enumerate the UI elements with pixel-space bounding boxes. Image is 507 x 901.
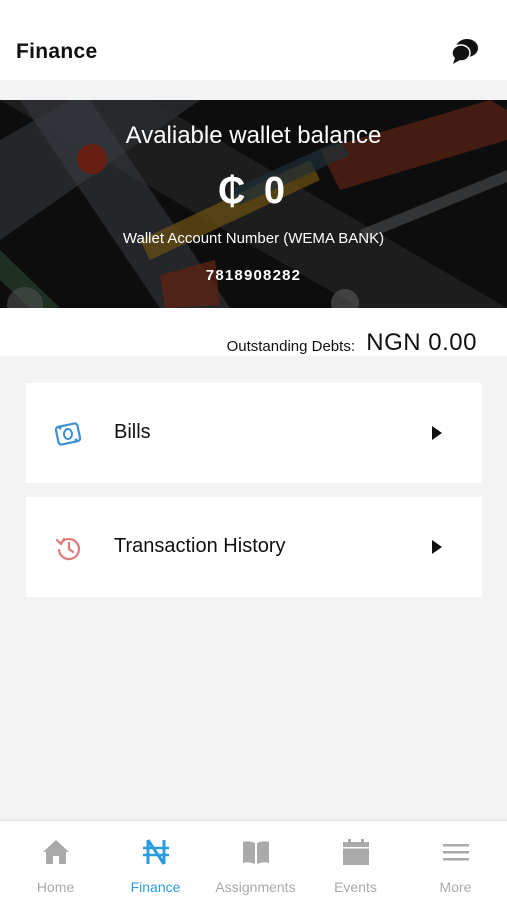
tab-home-label: Home — [36, 879, 75, 895]
calendar-icon — [343, 839, 369, 865]
app-header: Finance — [0, 0, 507, 80]
tab-more-label: More — [439, 879, 472, 895]
debts-value: NGN 0.00 — [366, 329, 477, 356]
balance-label: Avaliable wallet balance — [125, 122, 382, 149]
book-icon — [243, 841, 269, 864]
menu-icon — [443, 844, 469, 861]
transaction-history-label: Transaction History — [114, 535, 286, 557]
history-icon — [55, 537, 81, 561]
wallet-banner: Avaliable wallet balance ₵ 0 Wallet Acco… — [0, 100, 507, 308]
tab-events-label: Events — [334, 879, 377, 895]
chevron-right-icon — [432, 540, 442, 554]
tab-assignments-label: Assignments — [215, 879, 296, 895]
tab-finance-label: Finance — [130, 879, 181, 895]
account-number: 7818908282 — [205, 267, 302, 284]
chevron-right-icon — [432, 426, 442, 440]
page-title: Finance — [16, 40, 98, 63]
tab-home[interactable]: Home — [5, 821, 106, 901]
naira-icon — [143, 839, 169, 865]
transaction-history-menu-item[interactable]: Transaction History — [26, 497, 482, 597]
tab-more[interactable]: More — [405, 821, 506, 901]
home-icon — [43, 840, 69, 864]
tab-assignments[interactable]: Assignments — [205, 821, 306, 901]
tab-finance[interactable]: Finance — [105, 821, 206, 901]
chat-bubbles-icon[interactable] — [451, 37, 479, 65]
balance-value: ₵ 0 — [217, 170, 290, 212]
outstanding-debts-bar: Outstanding Debts: NGN 0.00 — [0, 308, 507, 356]
bills-label: Bills — [114, 421, 151, 443]
money-icon — [54, 422, 82, 446]
debts-label: Outstanding Debts: — [226, 338, 355, 355]
tab-events[interactable]: Events — [305, 821, 406, 901]
bottom-tab-bar: Home Finance Assignments Events More — [0, 820, 507, 901]
account-label: Wallet Account Number (WEMA BANK) — [122, 230, 385, 247]
bills-menu-item[interactable]: Bills — [26, 383, 482, 483]
